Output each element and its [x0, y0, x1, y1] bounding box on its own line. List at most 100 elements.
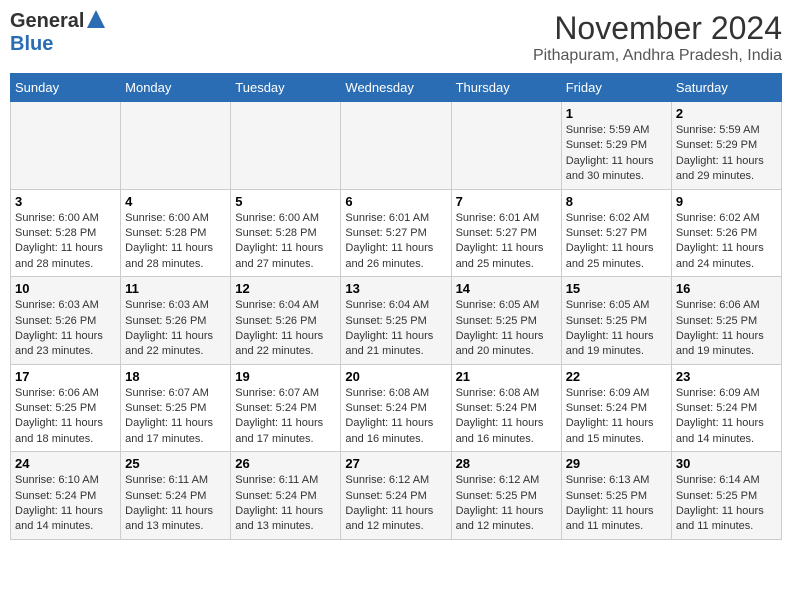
- month-title: November 2024: [533, 10, 782, 47]
- calendar-header-cell: Monday: [121, 74, 231, 102]
- day-number: 15: [566, 281, 667, 296]
- calendar-day-cell: 7Sunrise: 6:01 AMSunset: 5:27 PMDaylight…: [451, 189, 561, 277]
- day-info: Sunrise: 6:09 AMSunset: 5:24 PMDaylight:…: [566, 386, 667, 448]
- day-number: 26: [235, 456, 336, 471]
- day-info: Sunrise: 6:04 AMSunset: 5:26 PMDaylight:…: [235, 298, 336, 360]
- calendar-week-row: 24Sunrise: 6:10 AMSunset: 5:24 PMDayligh…: [11, 452, 782, 540]
- logo-general-text: General: [10, 10, 84, 33]
- logo-blue-text: Blue: [10, 33, 53, 55]
- calendar-header-cell: Saturday: [671, 74, 781, 102]
- day-info: Sunrise: 6:07 AMSunset: 5:25 PMDaylight:…: [125, 386, 226, 448]
- calendar-day-cell: 20 Sunrise: 6:08 AMSunset: 5:24 PMDayligh…: [341, 364, 451, 452]
- calendar-day-cell: 22 Sunrise: 6:09 AMSunset: 5:24 PMDayligh…: [561, 364, 671, 452]
- day-number: 28: [456, 456, 557, 471]
- calendar-day-cell: 17 Sunrise: 6:06 AMSunset: 5:25 PMDayligh…: [11, 364, 121, 452]
- day-number: 21: [456, 369, 557, 384]
- day-info: Sunrise: 6:06 AMSunset: 5:25 PMDaylight:…: [15, 386, 116, 448]
- calendar-day-cell: 14 Sunrise: 6:05 AMSunset: 5:25 PMDayligh…: [451, 277, 561, 365]
- day-info: Sunrise: 6:10 AMSunset: 5:24 PMDaylight:…: [15, 473, 116, 535]
- day-number: 5: [235, 194, 336, 209]
- calendar-header-cell: Friday: [561, 74, 671, 102]
- day-info: Sunrise: 5:59 AMSunset: 5:29 PMDaylight:…: [676, 123, 777, 185]
- day-info: Sunrise: 6:05 AMSunset: 5:25 PMDaylight:…: [566, 298, 667, 360]
- calendar-day-cell: 21Sunrise: 6:08 AMSunset: 5:24 PMDayligh…: [451, 364, 561, 452]
- calendar-header-cell: Tuesday: [231, 74, 341, 102]
- calendar-day-cell: 1 Sunrise: 5:59 AMSunset: 5:29 PMDaylight…: [561, 102, 671, 190]
- day-number: 18: [125, 369, 226, 384]
- calendar-day-cell: 24Sunrise: 6:10 AMSunset: 5:24 PMDayligh…: [11, 452, 121, 540]
- calendar-day-cell: 27 Sunrise: 6:12 AMSunset: 5:24 PMDayligh…: [341, 452, 451, 540]
- day-info: Sunrise: 6:11 AMSunset: 5:24 PMDaylight:…: [235, 473, 336, 535]
- day-info: Sunrise: 6:06 AMSunset: 5:25 PMDaylight:…: [676, 298, 777, 360]
- calendar-day-cell: 5Sunrise: 6:00 AMSunset: 5:28 PMDaylight…: [231, 189, 341, 277]
- calendar-day-cell: 11Sunrise: 6:03 AMSunset: 5:26 PMDayligh…: [121, 277, 231, 365]
- day-number: 29: [566, 456, 667, 471]
- calendar-day-cell: 25 Sunrise: 6:11 AMSunset: 5:24 PMDayligh…: [121, 452, 231, 540]
- day-number: 30: [676, 456, 777, 471]
- day-info: Sunrise: 6:02 AMSunset: 5:27 PMDaylight:…: [566, 211, 667, 273]
- calendar-day-cell: [341, 102, 451, 190]
- calendar-day-cell: 15 Sunrise: 6:05 AMSunset: 5:25 PMDayligh…: [561, 277, 671, 365]
- calendar-week-row: 17 Sunrise: 6:06 AMSunset: 5:25 PMDayligh…: [11, 364, 782, 452]
- day-info: Sunrise: 6:05 AMSunset: 5:25 PMDaylight:…: [456, 298, 557, 360]
- day-number: 10: [15, 281, 116, 296]
- day-number: 22: [566, 369, 667, 384]
- header: General Blue November 2024 Pithapuram, A…: [10, 10, 782, 65]
- day-number: 27: [345, 456, 446, 471]
- day-info: Sunrise: 5:59 AMSunset: 5:29 PMDaylight:…: [566, 123, 667, 185]
- day-info: Sunrise: 6:08 AMSunset: 5:24 PMDaylight:…: [345, 386, 446, 448]
- calendar-header-cell: Wednesday: [341, 74, 451, 102]
- day-number: 9: [676, 194, 777, 209]
- day-number: 19: [235, 369, 336, 384]
- calendar-day-cell: 4 Sunrise: 6:00 AMSunset: 5:28 PMDaylight…: [121, 189, 231, 277]
- day-number: 20: [345, 369, 446, 384]
- day-number: 12: [235, 281, 336, 296]
- calendar-day-cell: [451, 102, 561, 190]
- calendar-day-cell: 29 Sunrise: 6:13 AMSunset: 5:25 PMDayligh…: [561, 452, 671, 540]
- day-number: 13: [345, 281, 446, 296]
- calendar-day-cell: 9Sunrise: 6:02 AMSunset: 5:26 PMDaylight…: [671, 189, 781, 277]
- calendar-day-cell: 12 Sunrise: 6:04 AMSunset: 5:26 PMDayligh…: [231, 277, 341, 365]
- day-number: 17: [15, 369, 116, 384]
- calendar-header-row: SundayMondayTuesdayWednesdayThursdayFrid…: [11, 74, 782, 102]
- logo-arrow-icon: [87, 10, 105, 33]
- day-info: Sunrise: 6:07 AMSunset: 5:24 PMDaylight:…: [235, 386, 336, 448]
- day-number: 6: [345, 194, 446, 209]
- calendar-day-cell: 23Sunrise: 6:09 AMSunset: 5:24 PMDayligh…: [671, 364, 781, 452]
- calendar-day-cell: 2 Sunrise: 5:59 AMSunset: 5:29 PMDaylight…: [671, 102, 781, 190]
- day-number: 3: [15, 194, 116, 209]
- day-number: 7: [456, 194, 557, 209]
- calendar-day-cell: 19 Sunrise: 6:07 AMSunset: 5:24 PMDayligh…: [231, 364, 341, 452]
- day-number: 1: [566, 106, 667, 121]
- location-title: Pithapuram, Andhra Pradesh, India: [533, 47, 782, 65]
- title-area: November 2024 Pithapuram, Andhra Pradesh…: [533, 10, 782, 65]
- calendar-day-cell: [121, 102, 231, 190]
- calendar-day-cell: 30Sunrise: 6:14 AMSunset: 5:25 PMDayligh…: [671, 452, 781, 540]
- day-number: 2: [676, 106, 777, 121]
- day-info: Sunrise: 6:03 AMSunset: 5:26 PMDaylight:…: [15, 298, 116, 360]
- calendar-day-cell: 8 Sunrise: 6:02 AMSunset: 5:27 PMDaylight…: [561, 189, 671, 277]
- calendar-week-row: 10 Sunrise: 6:03 AMSunset: 5:26 PMDayligh…: [11, 277, 782, 365]
- day-info: Sunrise: 6:12 AMSunset: 5:24 PMDaylight:…: [345, 473, 446, 535]
- day-info: Sunrise: 6:00 AMSunset: 5:28 PMDaylight:…: [125, 211, 226, 273]
- day-info: Sunrise: 6:03 AMSunset: 5:26 PMDaylight:…: [125, 298, 226, 360]
- calendar-week-row: 1 Sunrise: 5:59 AMSunset: 5:29 PMDaylight…: [11, 102, 782, 190]
- day-info: Sunrise: 6:11 AMSunset: 5:24 PMDaylight:…: [125, 473, 226, 535]
- day-number: 8: [566, 194, 667, 209]
- day-number: 16: [676, 281, 777, 296]
- day-info: Sunrise: 6:04 AMSunset: 5:25 PMDaylight:…: [345, 298, 446, 360]
- day-number: 14: [456, 281, 557, 296]
- calendar-table: SundayMondayTuesdayWednesdayThursdayFrid…: [10, 73, 782, 540]
- calendar-day-cell: [11, 102, 121, 190]
- calendar-day-cell: 26 Sunrise: 6:11 AMSunset: 5:24 PMDayligh…: [231, 452, 341, 540]
- day-info: Sunrise: 6:13 AMSunset: 5:25 PMDaylight:…: [566, 473, 667, 535]
- day-info: Sunrise: 6:00 AMSunset: 5:28 PMDaylight:…: [15, 211, 116, 273]
- day-number: 25: [125, 456, 226, 471]
- calendar-day-cell: 28Sunrise: 6:12 AMSunset: 5:25 PMDayligh…: [451, 452, 561, 540]
- calendar-day-cell: 16 Sunrise: 6:06 AMSunset: 5:25 PMDayligh…: [671, 277, 781, 365]
- day-number: 4: [125, 194, 226, 209]
- calendar-day-cell: 6 Sunrise: 6:01 AMSunset: 5:27 PMDaylight…: [341, 189, 451, 277]
- logo: General Blue: [10, 10, 105, 56]
- calendar-header-cell: Sunday: [11, 74, 121, 102]
- day-info: Sunrise: 6:01 AMSunset: 5:27 PMDaylight:…: [345, 211, 446, 273]
